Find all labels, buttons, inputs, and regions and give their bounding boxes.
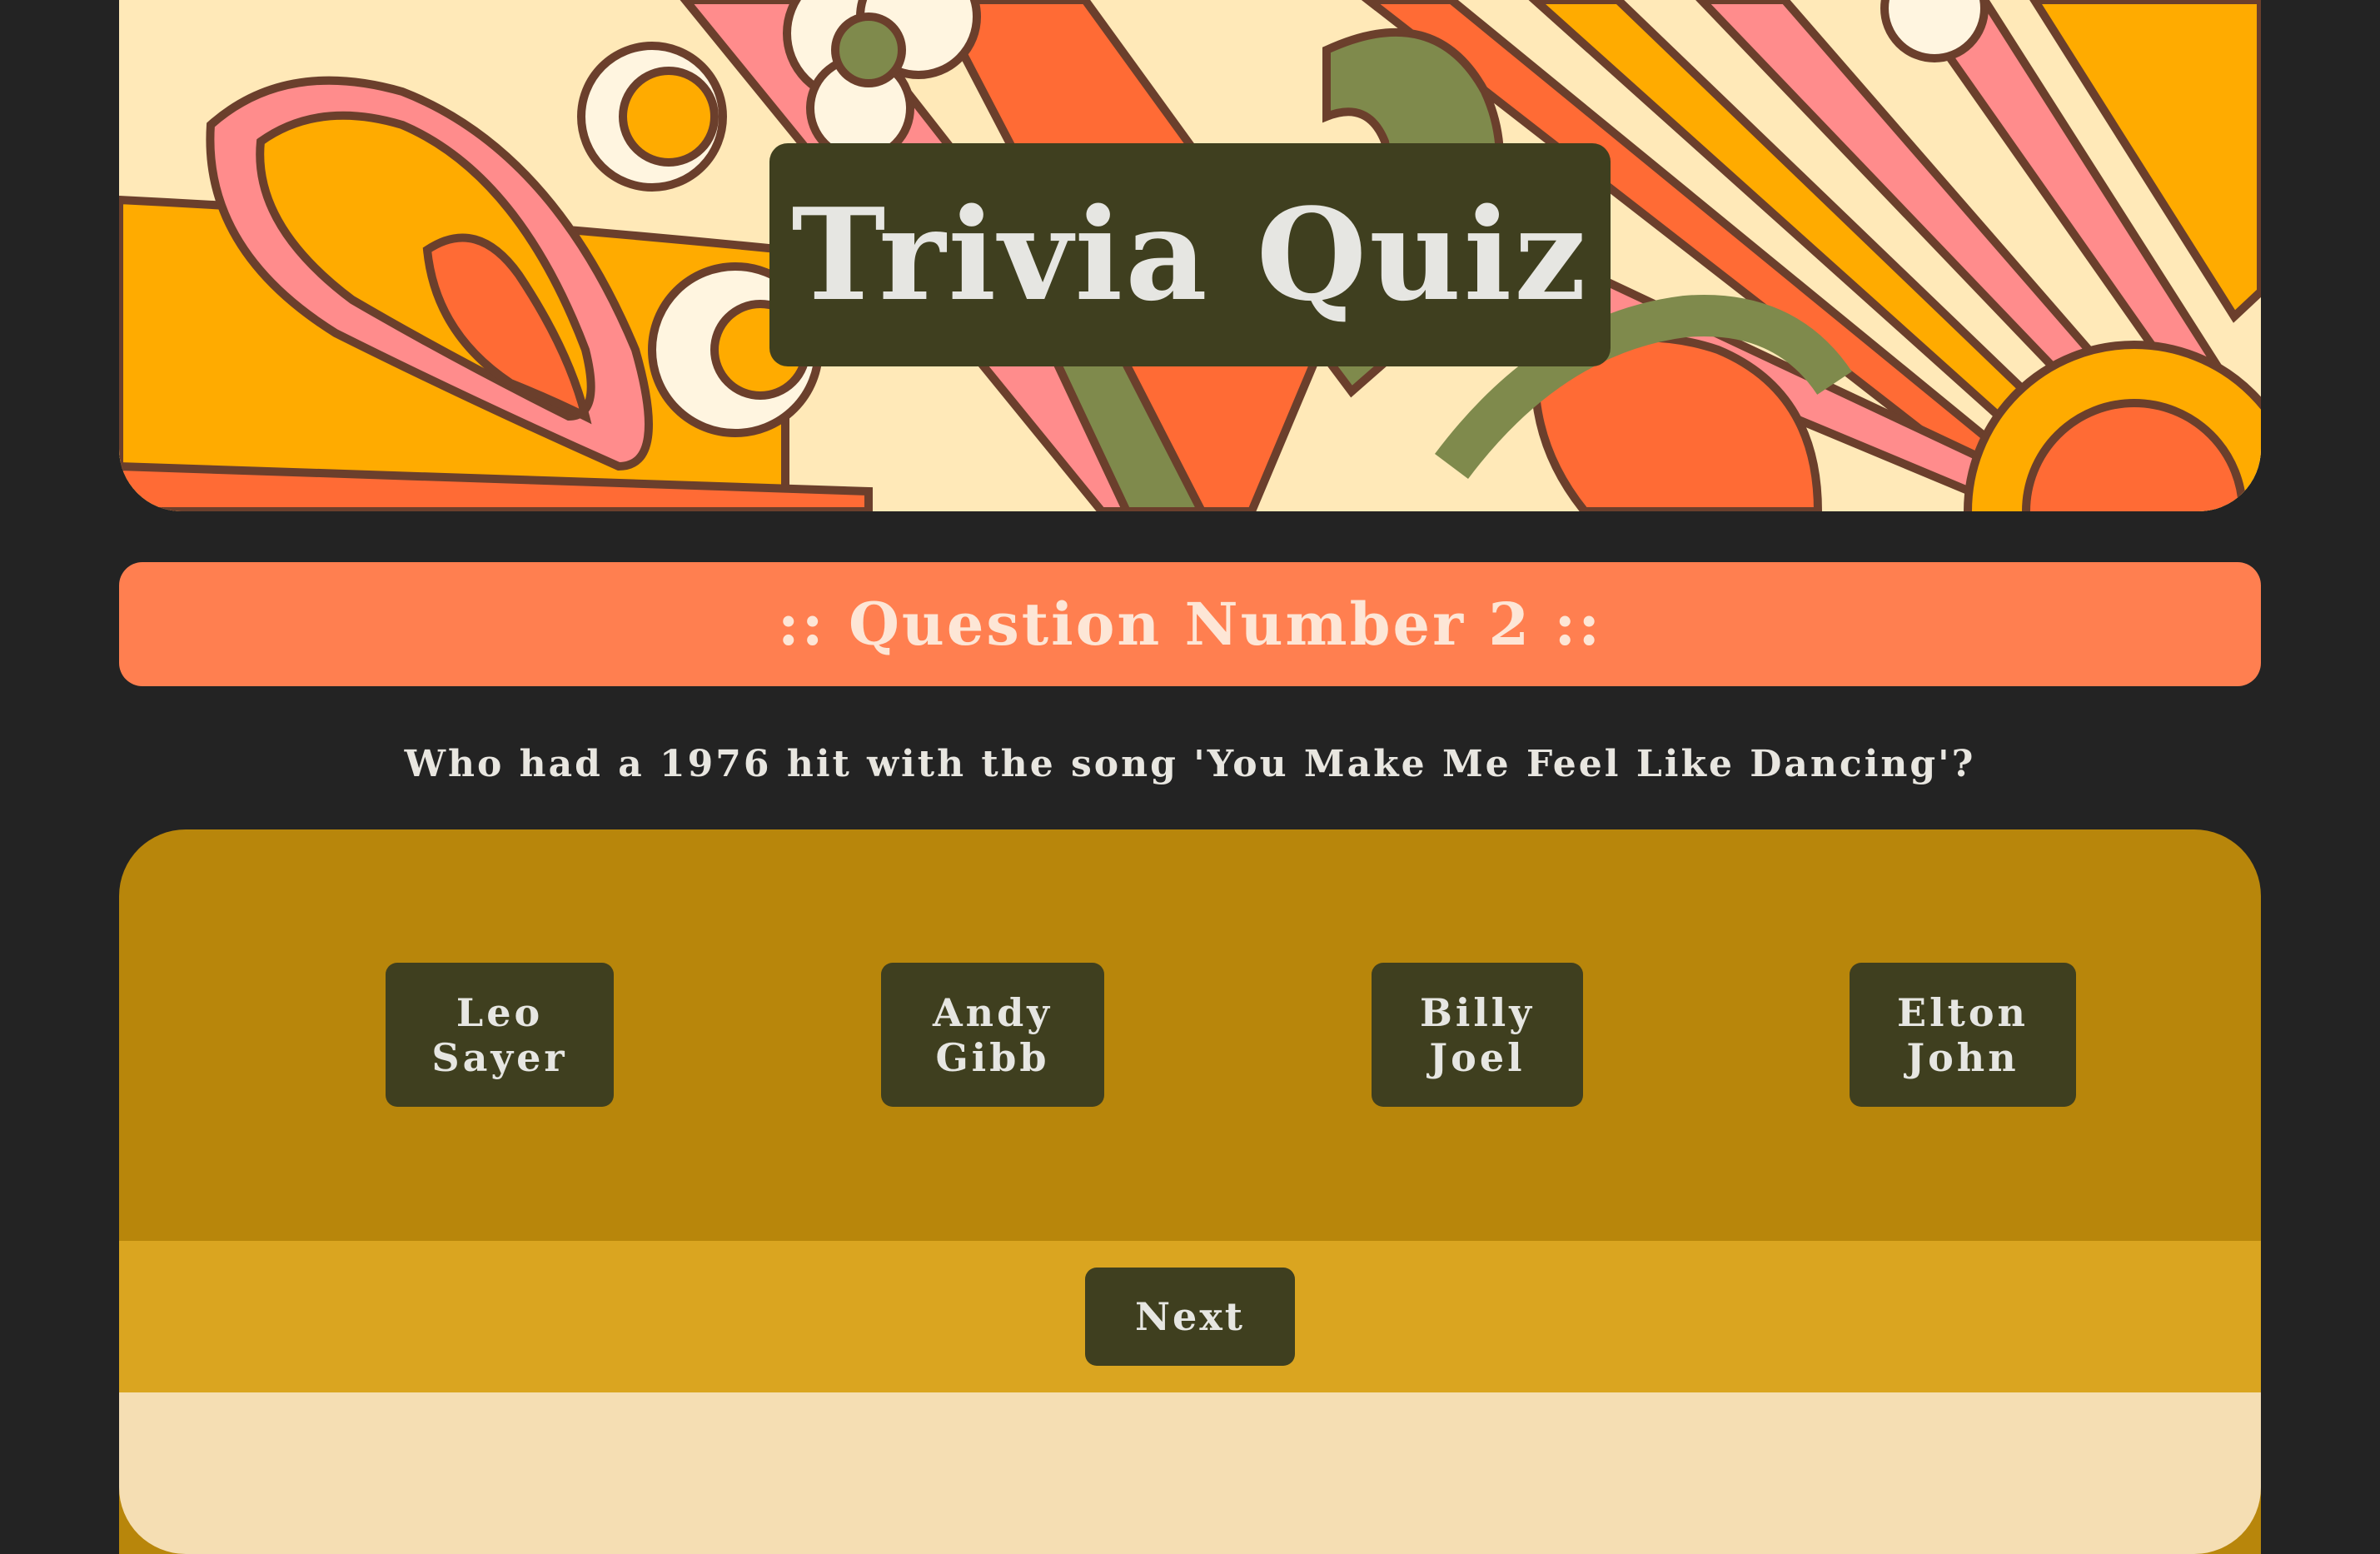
answer-label-line1: Billy	[1419, 989, 1536, 1035]
answer-panel: Leo Sayer Andy Gibb Billy Joel Elton Joh…	[119, 829, 2261, 1554]
question-number-bar: :: Question Number 2 ::	[119, 562, 2261, 686]
question-number-label: :: Question Number 2 ::	[777, 590, 1603, 659]
footer-band	[119, 1392, 2261, 1554]
next-button[interactable]: Next	[1085, 1268, 1295, 1366]
page-title: Trivia Quiz	[791, 180, 1589, 329]
title-box: Trivia Quiz	[769, 143, 1611, 366]
question-text: Who had a 1976 hit with the song 'You Ma…	[404, 743, 1976, 785]
answer-label-line2: Sayer	[431, 1034, 568, 1080]
answer-button-3[interactable]: Billy Joel	[1372, 963, 1583, 1107]
answer-label-line1: Andy	[932, 989, 1053, 1035]
answer-button-4[interactable]: Elton John	[1850, 963, 2076, 1107]
answer-button-1[interactable]: Leo Sayer	[386, 963, 614, 1107]
answer-label-line2: Joel	[1429, 1034, 1526, 1080]
answer-label-line2: Gibb	[935, 1034, 1050, 1080]
answer-label-line1: Leo	[456, 989, 544, 1035]
answer-label-line2: John	[1906, 1034, 2019, 1080]
answer-button-2[interactable]: Andy Gibb	[881, 963, 1104, 1107]
answer-label-line1: Elton	[1897, 989, 2029, 1035]
